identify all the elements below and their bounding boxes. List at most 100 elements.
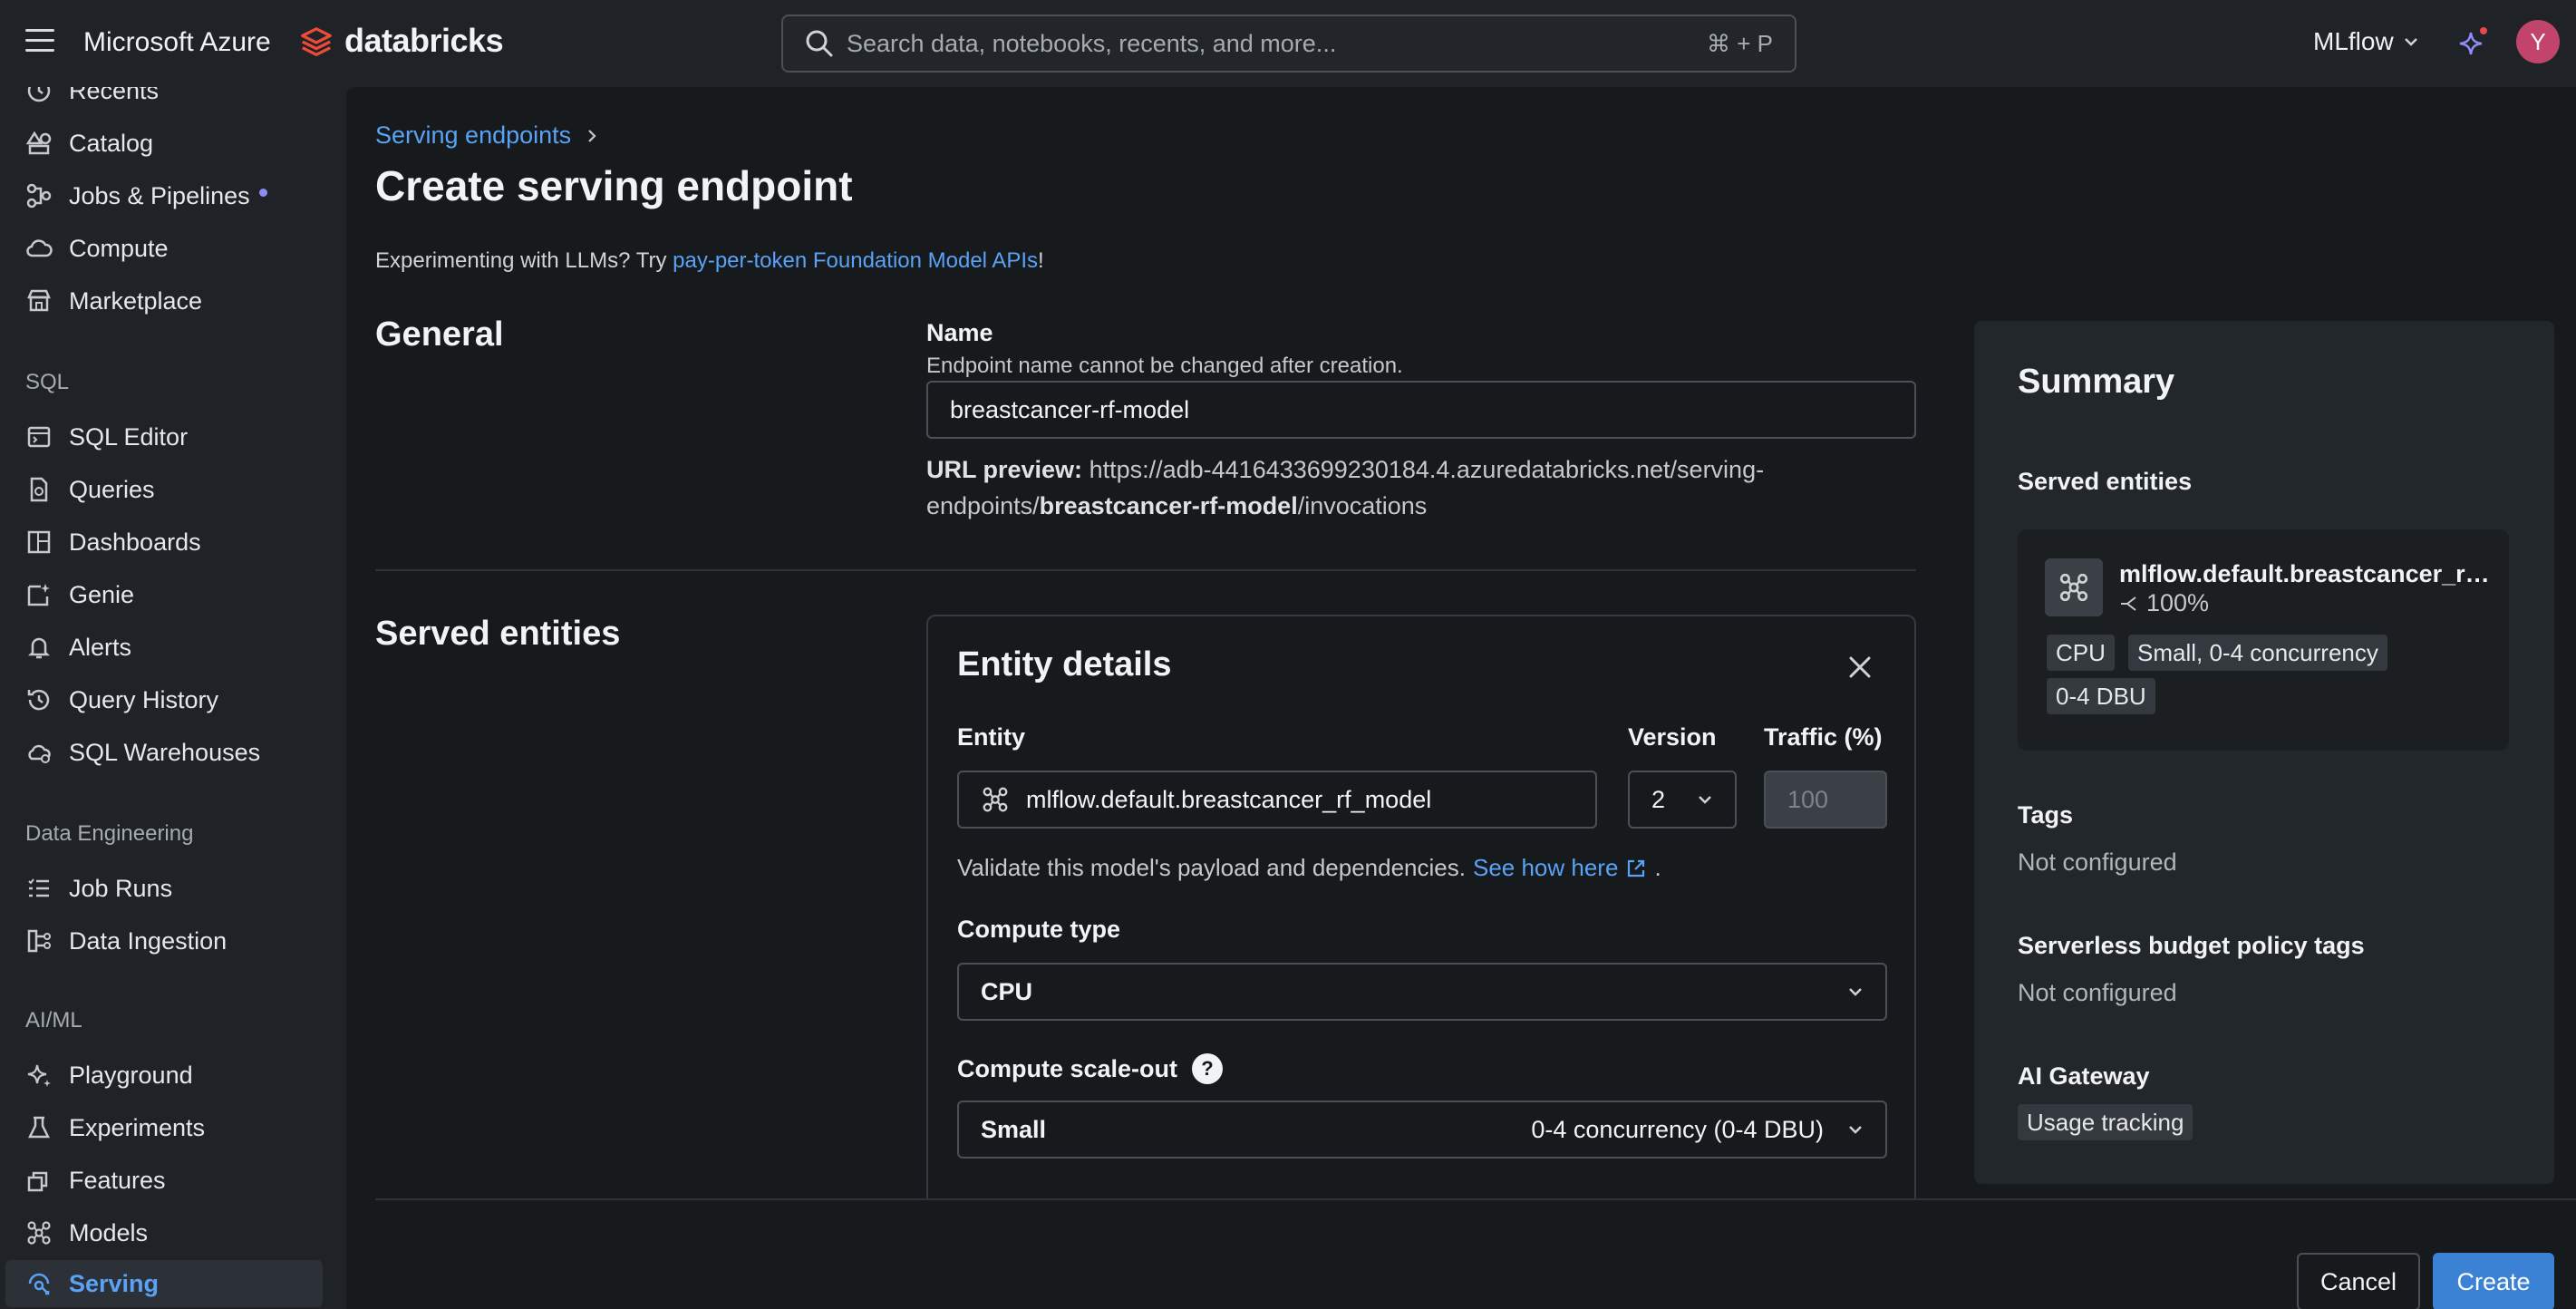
main-content: Serving endpoints Create serving endpoin… <box>346 87 2576 1309</box>
summary-gateway-tag: Usage tracking <box>2018 1104 2193 1140</box>
sidebar-item-sql-editor[interactable]: SQL Editor <box>5 413 323 461</box>
compute-scale-out-select[interactable]: Small 0-4 concurrency (0-4 DBU) <box>957 1101 1887 1159</box>
cloud-provider-label: Microsoft Azure <box>83 27 271 57</box>
editor-icon <box>27 426 51 448</box>
name-label: Name <box>926 319 993 346</box>
chevron-right-icon <box>588 129 596 142</box>
sidebar-item-dashboards[interactable]: Dashboards <box>5 519 323 566</box>
sidebar-item-label: Marketplace <box>69 286 203 315</box>
workspace-name: MLflow <box>2313 27 2394 55</box>
sidebar-item-sql-warehouses[interactable]: SQL Warehouses <box>5 729 323 776</box>
workspace-switcher[interactable]: MLflow <box>2313 27 2419 56</box>
sidebar-item-catalog[interactable]: Catalog <box>5 120 323 167</box>
traffic-input[interactable]: 100 <box>1764 771 1887 829</box>
see-how-link[interactable]: See how here <box>1473 854 1618 882</box>
model-icon <box>2045 558 2103 616</box>
search-icon <box>806 30 833 57</box>
cancel-button[interactable]: Cancel <box>2297 1253 2420 1309</box>
url-preview: URL preview: https://adb-441643369923018… <box>926 451 1887 524</box>
sidebar-item-label: Recents <box>69 87 160 104</box>
sidebar-item-compute[interactable]: Compute <box>5 225 323 272</box>
summary-tag-size: Small, 0-4 concurrency <box>2128 635 2387 671</box>
endpoint-name-input[interactable]: breastcancer-rf-model <box>926 381 1916 439</box>
external-link-icon[interactable] <box>1625 858 1647 879</box>
foundation-model-apis-link[interactable]: pay-per-token Foundation Model APIs <box>673 248 1038 273</box>
validate-text: Validate this model's payload and depend… <box>957 854 1466 881</box>
general-section-title: General <box>375 315 504 354</box>
entity-select[interactable]: mlflow.default.breastcancer_rf_model <box>957 771 1597 829</box>
sidebar-item-label: Alerts <box>69 633 132 661</box>
entity-value: mlflow.default.breastcancer_rf_model <box>1026 785 1432 813</box>
sidebar-item-label: Catalog <box>69 129 154 157</box>
sidebar-item-label: SQL Editor <box>69 422 189 451</box>
chevron-down-icon <box>1699 796 1711 804</box>
sidebar-item-query-history[interactable]: Query History <box>5 676 323 723</box>
brand-name[interactable]: databricks <box>344 22 504 60</box>
summary-entity-card[interactable]: mlflow.default.breastcancer_rf_model 100… <box>2018 529 2509 751</box>
summary-tag-dbu: 0-4 DBU <box>2047 678 2155 714</box>
sidebar-item-features[interactable]: Features <box>5 1157 323 1204</box>
summary-entity-traffic: 100% <box>2119 589 2209 617</box>
endpoint-name-value: breastcancer-rf-model <box>950 395 1190 423</box>
sidebar-section-data-engineering: Data Engineering <box>25 821 194 846</box>
url-preview-label: URL preview: <box>926 456 1083 483</box>
global-search[interactable]: ⌘ + P <box>781 15 1796 73</box>
sidebar: Recents Catalog Jobs & Pipelines Compute… <box>0 87 346 1309</box>
close-icon[interactable] <box>1845 653 1874 682</box>
sidebar-item-label: Compute <box>69 234 169 262</box>
sidebar-item-serving[interactable]: Serving <box>5 1260 323 1307</box>
menu-icon[interactable] <box>25 29 54 53</box>
notification-dot <box>258 188 267 197</box>
list-icon <box>28 878 49 897</box>
sidebar-item-marketplace[interactable]: Marketplace <box>5 277 323 325</box>
traffic-value: 100 <box>1787 785 1829 813</box>
assistant-sparkle-icon[interactable] <box>2456 27 2489 60</box>
traffic-label: Traffic (%) <box>1764 723 1883 751</box>
compute-type-label: Compute type <box>957 916 1121 943</box>
history-icon <box>27 689 50 711</box>
databricks-logo-icon <box>301 27 332 56</box>
sidebar-item-queries[interactable]: Queries <box>5 466 323 513</box>
summary-tag-cpu: CPU <box>2047 635 2115 671</box>
features-icon <box>27 1171 48 1192</box>
version-value: 2 <box>1651 785 1666 813</box>
sidebar-item-experiments[interactable]: Experiments <box>5 1104 323 1151</box>
sidebar-item-label: Job Runs <box>69 874 173 902</box>
summary-panel: Summary Served entities mlflow.default.b… <box>1974 321 2554 1184</box>
sidebar-item-data-ingestion[interactable]: Data Ingestion <box>5 917 323 965</box>
url-preview-suffix: /invocations <box>1297 492 1428 519</box>
query-icon <box>30 477 48 502</box>
sidebar-item-jobs-pipelines[interactable]: Jobs & Pipelines <box>5 172 323 219</box>
warehouse-icon <box>28 744 51 763</box>
compute-type-select[interactable]: CPU <box>957 963 1887 1021</box>
user-avatar[interactable]: Y <box>2516 20 2560 63</box>
sparkle-icon <box>27 1064 51 1087</box>
sidebar-item-models[interactable]: Models <box>5 1209 323 1256</box>
summary-budget-value: Not configured <box>2018 979 2177 1006</box>
workflow-icon <box>26 183 52 208</box>
sidebar-item-label: Serving <box>69 1269 160 1297</box>
sidebar-section-ai-ml: AI/ML <box>25 1008 82 1033</box>
sidebar-item-alerts[interactable]: Alerts <box>5 624 323 671</box>
sidebar-item-job-runs[interactable]: Job Runs <box>5 865 323 912</box>
sidebar-item-genie[interactable]: Genie <box>5 571 323 618</box>
create-button[interactable]: Create <box>2433 1253 2554 1309</box>
chevron-down-icon <box>2404 38 2417 46</box>
sidebar-item-recents[interactable]: Recents <box>5 87 323 114</box>
store-icon <box>27 289 51 312</box>
entity-details-title: Entity details <box>957 645 1172 684</box>
sidebar-item-playground[interactable]: Playground <box>5 1052 323 1099</box>
breadcrumb-serving-endpoints[interactable]: Serving endpoints <box>375 121 571 150</box>
traffic-split-icon <box>2121 596 2136 611</box>
chevron-down-icon <box>1849 1126 1862 1134</box>
chevron-down-icon <box>1849 988 1862 996</box>
help-icon[interactable]: ? <box>1192 1053 1224 1084</box>
version-select[interactable]: 2 <box>1628 771 1737 829</box>
compute-scale-out-label: Compute scale-out <box>957 1054 1178 1082</box>
sidebar-item-label: Data Ingestion <box>69 926 228 955</box>
llm-note: Experimenting with LLMs? Try pay-per-tok… <box>375 248 1044 274</box>
sidebar-item-label: Dashboards <box>69 528 201 556</box>
search-input[interactable] <box>847 29 1708 58</box>
clock-icon <box>27 87 51 102</box>
sidebar-item-label: Genie <box>69 580 135 608</box>
